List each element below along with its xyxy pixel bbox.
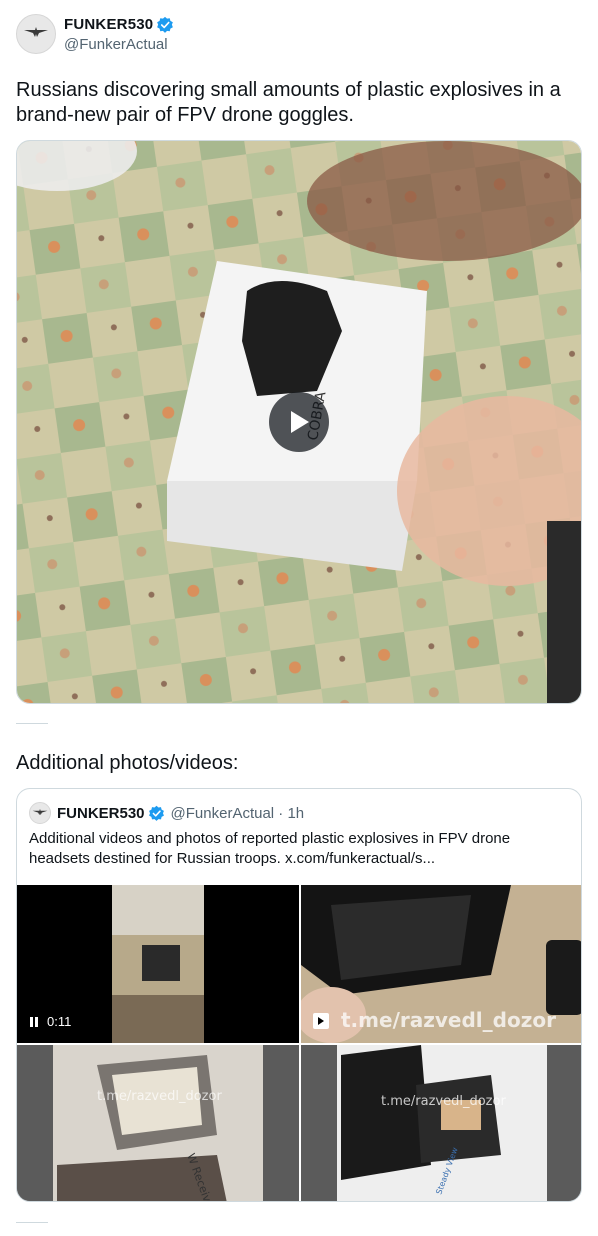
quoted-media-photo[interactable]: t.me/razvedl_dozor Steady View <box>301 1045 581 1201</box>
quoted-tweet[interactable]: FUNKER530 @FunkerActual · 1h Additional … <box>16 788 582 1202</box>
funker-logo-icon <box>32 804 48 822</box>
tweet-header: FUNKER530 @FunkerActual <box>16 12 174 56</box>
quoted-display-name[interactable]: FUNKER530 <box>57 805 145 822</box>
verified-badge-icon <box>148 805 165 822</box>
tweet-video[interactable]: COBRA <box>16 140 582 704</box>
quoted-avatar[interactable] <box>29 802 51 824</box>
divider <box>16 1222 48 1223</box>
quoted-media-gif[interactable]: t.me/razvedl_dozor <box>301 885 581 1043</box>
quoted-handle-time[interactable]: @FunkerActual · 1h <box>171 805 305 822</box>
author-display-name[interactable]: FUNKER530 <box>64 16 153 33</box>
pause-icon[interactable] <box>29 1016 39 1028</box>
watermark-text: t.me/razvedl_dozor <box>381 1094 506 1109</box>
funker-logo-icon <box>23 25 49 44</box>
media-thumbnail: t.me/razvedl_dozor Steady View <box>301 1045 581 1201</box>
author-handle[interactable]: @FunkerActual <box>64 36 174 53</box>
video-duration: 0:11 <box>47 1014 72 1029</box>
verified-badge-icon <box>156 16 174 34</box>
quoted-media-photo[interactable]: t.me/razvedl_dozor W Receiver <box>17 1045 299 1201</box>
media-thumbnail: t.me/razvedl_dozor <box>301 885 581 1043</box>
play-video-button[interactable] <box>269 392 329 452</box>
media-thumbnail: t.me/razvedl_dozor W Receiver <box>17 1045 299 1201</box>
divider <box>16 723 48 724</box>
watermark-text: t.me/razvedl_dozor <box>341 1008 556 1032</box>
avatar[interactable] <box>16 14 56 54</box>
tweet-text: Russians discovering small amounts of pl… <box>16 79 561 126</box>
play-icon <box>287 409 311 435</box>
quoted-media-video[interactable]: 0:11 <box>17 885 299 1043</box>
quoted-media-grid: 0:11 t.me/razvedl_dozor t.me/razvedl_doz… <box>17 885 581 1201</box>
section-title: Additional photos/videos: <box>16 752 239 774</box>
watermark-text: t.me/razvedl_dozor <box>97 1089 222 1104</box>
play-icon[interactable] <box>313 1013 329 1029</box>
quoted-text: Additional videos and photos of reported… <box>29 830 511 867</box>
